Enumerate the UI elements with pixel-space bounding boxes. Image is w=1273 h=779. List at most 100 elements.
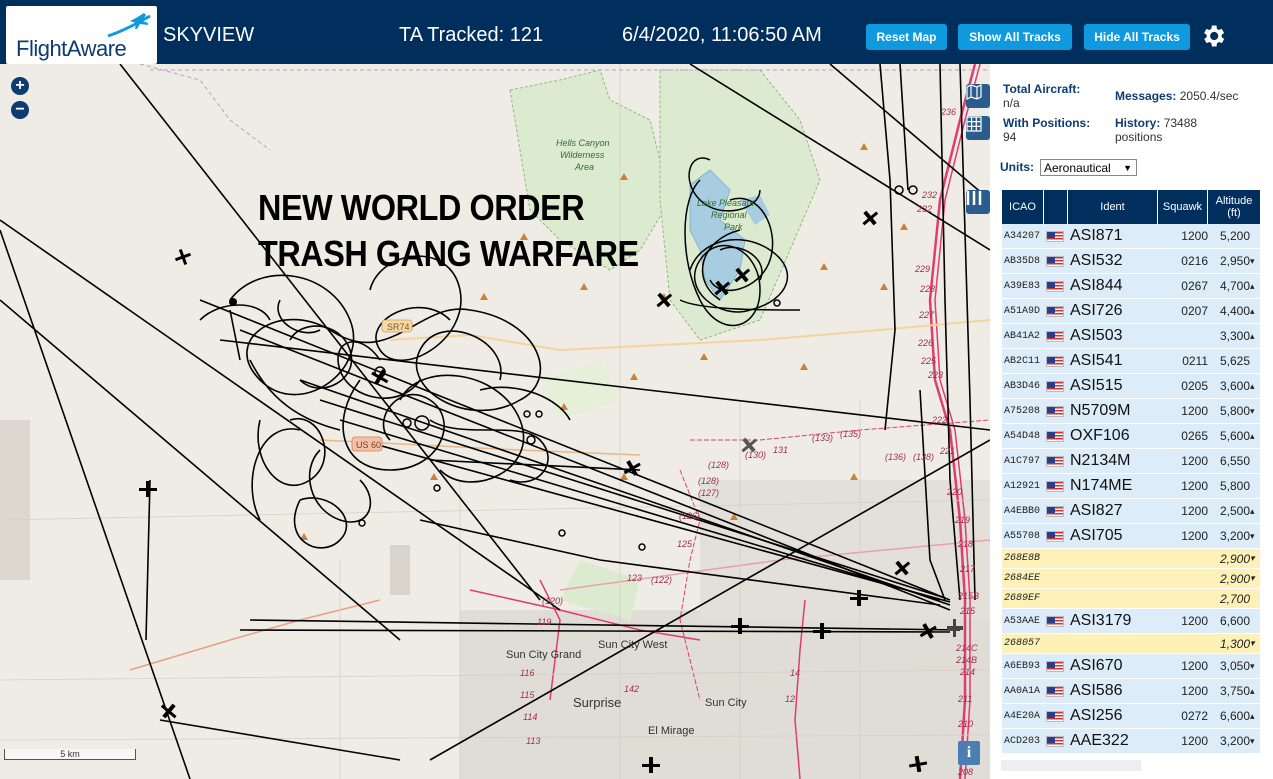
columns-icon[interactable] [966,190,990,214]
row-altitude-value: 4,400 [1219,304,1250,318]
row-altitude-value: 5,200 [1219,229,1250,243]
hide-all-tracks-button[interactable]: Hide All Tracks [1084,24,1190,50]
row-flag [1046,349,1066,373]
table-row[interactable]: ACD203 AAE322 1200 3,200 ▾ [1002,729,1260,754]
row-flag [1046,704,1066,728]
row-altitude: 3,300 ▴ [1208,324,1256,348]
logo-text: FlightAware [16,36,127,61]
table-row[interactable]: A4EBB0 ASI827 1200 2,500 ▴ [1002,499,1260,524]
row-squawk [1162,549,1208,568]
total-aircraft-value: n/a [1003,96,1020,110]
us-flag-icon [1046,530,1064,542]
svg-text:208: 208 [957,767,973,777]
svg-text:Sun City: Sun City [705,697,747,709]
svg-text:Sun City Grand: Sun City Grand [506,649,581,661]
row-icao: A75208 [1004,405,1041,417]
table-row[interactable]: 2684EE 2,900 ▾ [1002,569,1260,589]
svg-text:Area: Area [574,162,594,172]
map-canvas: 236232232 229228227 226225223 222221220 … [0,64,990,779]
svg-text:225: 225 [920,356,937,366]
row-altitude-value: 1,300 [1219,636,1250,651]
map-layers-icon[interactable] [966,84,990,108]
us-flag-icon [1046,355,1064,367]
svg-text:(122): (122) [651,575,672,585]
table-row[interactable]: A54D48 OXF106 0265 5,600 ▴ [1002,424,1260,449]
row-icao: AB35D8 [1004,255,1041,267]
row-icao: 2684EE [1004,573,1041,584]
table-row[interactable]: 268057 1,300 ▾ [1002,634,1260,654]
svg-text:125: 125 [677,539,693,549]
grid-icon[interactable] [966,116,990,140]
row-altitude-value: 5,600 [1219,429,1250,443]
row-altitude-value: 5,625 [1219,354,1250,368]
row-flag [1046,654,1066,678]
zoom-in-button[interactable]: + [11,77,29,95]
row-altitude-value: 6,550 [1219,454,1250,468]
row-altitude: 3,200 ▾ [1208,524,1256,548]
col-altitude[interactable]: Altitude (ft) [1208,190,1260,224]
row-icao: A54D48 [1004,430,1041,442]
altitude-trend-icon: ▴ [1250,305,1255,316]
map-view[interactable]: 236 232 232 229 228 227 226 225 223 222 221 220 … [0,64,990,779]
horizontal-scrollbar[interactable] [1001,760,1141,771]
row-icao: 268057 [1004,638,1041,649]
col-icao[interactable]: ICAO [1002,190,1044,224]
row-squawk: 1200 [1181,229,1208,243]
row-ident [1070,589,1160,608]
table-row[interactable]: AB2C11 ASI541 0211 5,625 [1002,349,1260,374]
row-altitude: 5,600 ▴ [1208,424,1256,448]
table-row[interactable]: AB3D46 ASI515 0205 3,600 ▴ [1002,374,1260,399]
svg-text:(136): (136) [885,452,906,462]
svg-text:12: 12 [785,694,795,704]
table-row[interactable]: A4E20A ASI256 0272 6,600 ▴ [1002,704,1260,729]
reset-map-button[interactable]: Reset Map [866,24,947,50]
flightaware-logo[interactable]: FlightAware [6,6,157,64]
table-row[interactable]: A51A9D ASI726 0207 4,400 ▴ [1002,299,1260,324]
table-row[interactable]: 2689EF 2,700 [1002,589,1260,609]
row-squawk [1162,324,1208,348]
row-squawk: 1200 [1181,734,1208,748]
row-squawk: 0207 [1181,304,1208,318]
table-row[interactable]: AB41A2 ASI503 3,300 ▴ [1002,324,1260,349]
altitude-trend-icon: ▴ [1250,505,1255,516]
info-icon[interactable]: i [958,741,980,765]
svg-text:113: 113 [526,736,540,746]
row-squawk: 0267 [1181,279,1208,293]
svg-text:232: 232 [921,190,937,200]
table-row[interactable]: A34207 ASI871 1200 5,200 [1002,224,1260,249]
altitude-trend-icon: ▴ [1250,430,1255,441]
row-altitude-value: 2,900 [1219,551,1250,566]
row-altitude-value: 6,600 [1219,709,1250,723]
table-header: ICAO Ident Squawk Altitude (ft) [1002,190,1260,224]
col-ident[interactable]: Ident [1068,190,1158,224]
table-row[interactable]: A55708 ASI705 1200 3,200 ▾ [1002,524,1260,549]
svg-text:220: 220 [946,487,962,497]
table-row[interactable]: A39E83 ASI844 0267 4,700 ▴ [1002,274,1260,299]
us-flag-icon [1046,305,1064,317]
row-altitude: 3,600 ▴ [1208,374,1256,398]
row-flag [1046,224,1066,248]
row-altitude: 6,550 [1208,449,1256,473]
table-row[interactable]: A53AAE ASI3179 1200 6,600 [1002,609,1260,634]
units-select[interactable]: Aeronautical ▼ [1040,159,1137,176]
show-all-tracks-button[interactable]: Show All Tracks [958,24,1072,50]
row-flag [1046,634,1066,653]
table-row[interactable]: A75208 N5709M 1200 5,800 ▾ [1002,399,1260,424]
table-row[interactable]: A1C797 N2134M 1200 6,550 [1002,449,1260,474]
gear-icon[interactable] [1199,22,1227,50]
aircraft-panel: Total Aircraft: n/a With Positions: 94 M… [990,64,1273,779]
table-row[interactable]: 268E8B 2,900 ▾ [1002,549,1260,569]
svg-text:215: 215 [959,606,976,616]
svg-text:(126): (126) [679,511,700,521]
table-row[interactable]: A6EB93 ASI670 1200 3,050 ▾ [1002,654,1260,679]
col-squawk[interactable]: Squawk [1158,190,1208,224]
zoom-out-button[interactable]: − [11,101,29,119]
table-row[interactable]: A12921 N174ME 1200 5,800 [1002,474,1260,499]
logo-plane-icon [107,13,151,38]
row-squawk [1162,589,1208,608]
table-row[interactable]: AB35D8 ASI532 0216 2,950 ▾ [1002,249,1260,274]
with-positions-value: 94 [1003,130,1017,144]
table-row[interactable]: AA0A1A ASI586 1200 3,750 ▴ [1002,679,1260,704]
messages-label: Messages: [1115,89,1177,103]
row-ident: ASI541 [1070,352,1123,369]
